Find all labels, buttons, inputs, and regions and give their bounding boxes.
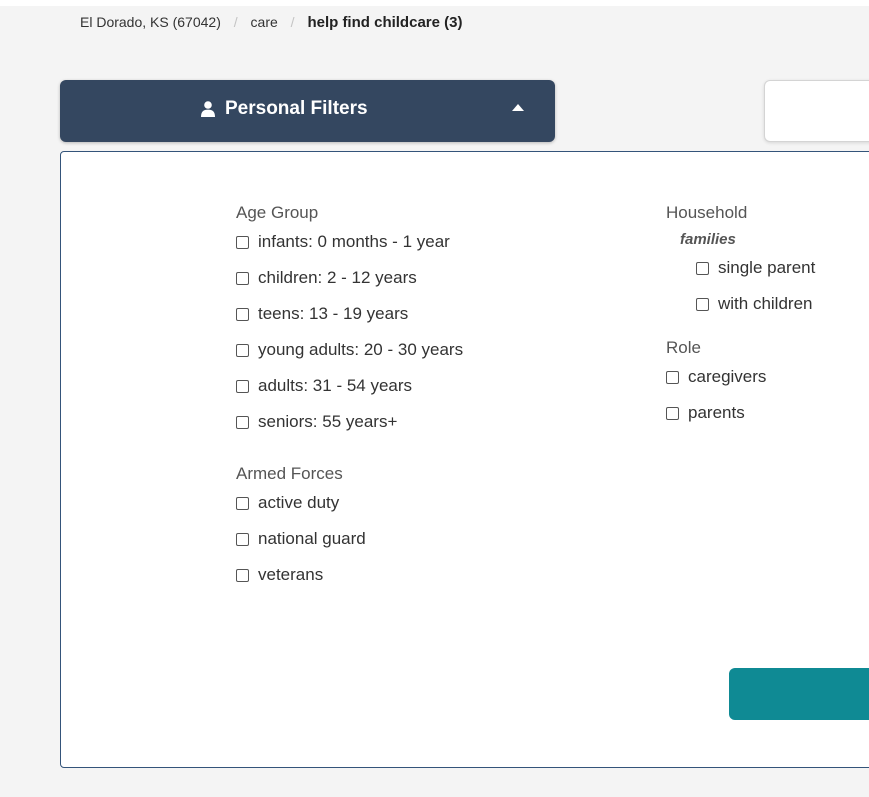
checkbox-label: national guard — [258, 529, 366, 548]
checkbox[interactable] — [696, 261, 709, 275]
role-title: Role — [666, 338, 701, 357]
breadcrumb-separator: / — [290, 14, 295, 30]
breadcrumb-current: help find childcare (3) — [307, 14, 463, 31]
age-option-seniors[interactable]: seniors: 55 years+ — [236, 410, 463, 434]
families-subtitle: families — [680, 231, 736, 248]
user-icon — [201, 101, 215, 117]
checkbox[interactable] — [236, 343, 249, 357]
age-option-adults[interactable]: adults: 31 - 54 years — [236, 374, 463, 398]
role-option-parents[interactable]: parents — [666, 401, 815, 425]
checkbox[interactable] — [236, 307, 249, 321]
caret-up-icon[interactable] — [512, 104, 524, 111]
checkbox-label: active duty — [258, 493, 340, 512]
checkbox-label: caregivers — [688, 367, 767, 386]
checkbox-label: teens: 13 - 19 years — [258, 304, 409, 323]
age-group-title: Age Group — [236, 203, 319, 222]
household-option-single-parent[interactable]: single parent — [696, 256, 815, 280]
filters-right-column: Household families single parent with ch… — [666, 203, 815, 437]
filters-left-column: Age Group infants: 0 months - 1 year chi… — [236, 203, 463, 599]
age-option-teens[interactable]: teens: 13 - 19 years — [236, 302, 463, 326]
age-option-children[interactable]: children: 2 - 12 years — [236, 266, 463, 290]
checkbox[interactable] — [236, 271, 249, 285]
checkbox-label: children: 2 - 12 years — [258, 268, 417, 287]
checkbox-label: single parent — [718, 258, 816, 277]
household-option-with-children[interactable]: with children — [696, 292, 815, 316]
breadcrumb-separator: / — [233, 14, 238, 30]
checkbox[interactable] — [236, 379, 249, 393]
checkbox[interactable] — [666, 406, 679, 420]
armed-option-national-guard[interactable]: national guard — [236, 527, 463, 551]
breadcrumb-category[interactable]: care — [251, 14, 278, 30]
secondary-filter-button[interactable] — [764, 80, 869, 142]
checkbox-label: young adults: 20 - 30 years — [258, 340, 464, 359]
checkbox[interactable] — [236, 415, 249, 429]
age-option-infants[interactable]: infants: 0 months - 1 year — [236, 230, 463, 254]
household-title: Household — [666, 203, 748, 222]
checkbox[interactable] — [236, 532, 249, 546]
checkbox-label: with children — [718, 294, 813, 313]
apply-filters-button[interactable] — [729, 668, 869, 720]
checkbox[interactable] — [696, 297, 709, 311]
checkbox-label: parents — [688, 403, 745, 422]
armed-option-active-duty[interactable]: active duty — [236, 491, 463, 515]
breadcrumb-location[interactable]: El Dorado, KS (67042) — [80, 14, 221, 30]
armed-forces-title: Armed Forces — [236, 464, 343, 483]
personal-filters-label: Personal Filters — [225, 98, 368, 119]
checkbox[interactable] — [236, 235, 249, 249]
breadcrumb: El Dorado, KS (67042) / care / help find… — [80, 14, 462, 31]
checkbox-label: adults: 31 - 54 years — [258, 376, 413, 395]
top-strip — [0, 0, 869, 6]
checkbox-label: veterans — [258, 565, 324, 584]
checkbox-label: seniors: 55 years+ — [258, 412, 398, 431]
age-option-young-adults[interactable]: young adults: 20 - 30 years — [236, 338, 463, 362]
checkbox[interactable] — [666, 370, 679, 384]
checkbox-label: infants: 0 months - 1 year — [258, 232, 450, 251]
personal-filters-button[interactable]: Personal Filters — [60, 80, 555, 142]
role-option-caregivers[interactable]: caregivers — [666, 365, 815, 389]
armed-option-veterans[interactable]: veterans — [236, 563, 463, 587]
checkbox[interactable] — [236, 496, 249, 510]
checkbox[interactable] — [236, 568, 249, 582]
